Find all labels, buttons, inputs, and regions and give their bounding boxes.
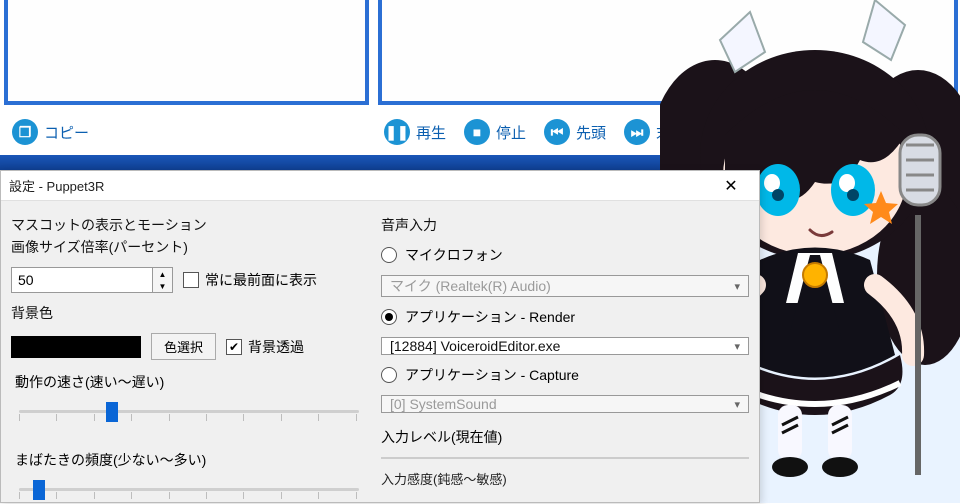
slider-thumb-icon[interactable] bbox=[106, 402, 118, 422]
play-button[interactable]: ❚❚ 再生 bbox=[378, 117, 452, 147]
chevron-down-icon: ▾ bbox=[734, 398, 740, 411]
color-pick-button[interactable]: 色選択 bbox=[151, 333, 216, 360]
render-radio[interactable]: アプリケーション - Render bbox=[381, 307, 749, 327]
size-spinner[interactable]: ▲ ▼ bbox=[11, 267, 173, 293]
bg-color-row: 色選択 ✔ 背景透過 bbox=[11, 333, 367, 360]
always-on-top-label: 常に最前面に表示 bbox=[205, 270, 317, 290]
input-level-meter bbox=[381, 457, 749, 459]
close-button[interactable]: ✕ bbox=[711, 172, 751, 200]
dialog-title: 設定 - Puppet3R bbox=[9, 176, 711, 195]
copy-icon: ❐ bbox=[12, 119, 38, 145]
toolbar-left: ❐ コピー bbox=[6, 112, 95, 152]
titlebar[interactable]: 設定 - Puppet3R ✕ bbox=[1, 171, 759, 201]
capture-radio-label: アプリケーション - Capture bbox=[405, 365, 579, 385]
mic-radio-label: マイクロフォン bbox=[405, 245, 503, 265]
stop-label: 停止 bbox=[496, 122, 526, 143]
blink-slider[interactable] bbox=[15, 478, 363, 504]
stop-button[interactable]: ■ 停止 bbox=[458, 117, 532, 147]
copy-button[interactable]: ❐ コピー bbox=[6, 117, 95, 147]
render-device-combo[interactable]: [12884] VoiceroidEditor.exe ▾ bbox=[381, 337, 749, 355]
input-level-label: 入力レベル(現在値) bbox=[381, 427, 749, 447]
dialog-body: マスコットの表示とモーション 画像サイズ倍率(パーセント) ▲ ▼ 常に最前面に… bbox=[1, 201, 759, 502]
radio-selected-icon bbox=[381, 309, 397, 325]
speed-slider-wrap: 動作の速さ(速い～遅い) bbox=[11, 370, 367, 426]
radio-icon bbox=[381, 367, 397, 383]
stop-icon: ■ bbox=[464, 119, 490, 145]
size-row: ▲ ▼ 常に最前面に表示 bbox=[11, 267, 367, 293]
speed-slider-label: 動作の速さ(速い～遅い) bbox=[15, 372, 363, 392]
skip-back-icon: ⏮ bbox=[544, 119, 570, 145]
slider-track bbox=[19, 488, 359, 491]
checkbox-box-icon bbox=[183, 272, 199, 288]
blink-slider-wrap: まばたきの頻度(少ない～多い) bbox=[11, 448, 367, 504]
copy-label: コピー bbox=[44, 122, 89, 143]
slider-thumb-icon[interactable] bbox=[33, 480, 45, 500]
mic-device-combo[interactable]: マイク (Realtek(R) Audio) ▾ bbox=[381, 275, 749, 297]
mascot-section-header2: 画像サイズ倍率(パーセント) bbox=[11, 237, 367, 257]
sensitivity-label: 入力感度(鈍感～敏感) bbox=[381, 469, 749, 488]
capture-radio[interactable]: アプリケーション - Capture bbox=[381, 365, 749, 385]
radio-icon bbox=[381, 247, 397, 263]
render-radio-label: アプリケーション - Render bbox=[405, 307, 575, 327]
slider-ticks bbox=[19, 492, 359, 500]
settings-dialog: 設定 - Puppet3R ✕ マスコットの表示とモーション 画像サイズ倍率(パ… bbox=[0, 170, 760, 503]
blink-slider-label: まばたきの頻度(少ない～多い) bbox=[15, 450, 363, 470]
spinner-up-icon[interactable]: ▲ bbox=[153, 268, 172, 280]
checkbox-box-icon: ✔ bbox=[226, 339, 242, 355]
head-label: 先頭 bbox=[576, 122, 606, 143]
slider-track bbox=[19, 410, 359, 413]
mic-device-value: マイク (Realtek(R) Audio) bbox=[390, 276, 551, 296]
chevron-down-icon: ▾ bbox=[734, 340, 740, 353]
speed-slider[interactable] bbox=[15, 400, 363, 426]
spinner-down-icon[interactable]: ▼ bbox=[153, 280, 172, 292]
audio-section-header: 音声入力 bbox=[381, 215, 749, 235]
pause-icon: ❚❚ bbox=[384, 119, 410, 145]
audio-settings-column: 音声入力 マイクロフォン マイク (Realtek(R) Audio) ▾ アプ… bbox=[381, 215, 749, 488]
capture-device-value: [0] SystemSound bbox=[390, 396, 497, 412]
bg-transparent-label: 背景透過 bbox=[248, 337, 304, 357]
bg-color-label: 背景色 bbox=[11, 303, 367, 323]
skip-forward-icon: ⏭ bbox=[624, 119, 650, 145]
slider-ticks bbox=[19, 414, 359, 422]
mascot-settings-column: マスコットの表示とモーション 画像サイズ倍率(パーセント) ▲ ▼ 常に最前面に… bbox=[11, 215, 381, 488]
always-on-top-checkbox[interactable]: 常に最前面に表示 bbox=[183, 270, 317, 290]
bg-transparent-checkbox[interactable]: ✔ 背景透過 bbox=[226, 337, 304, 357]
play-label: 再生 bbox=[416, 122, 446, 143]
bg-color-swatch[interactable] bbox=[11, 336, 141, 358]
head-button[interactable]: ⏮ 先頭 bbox=[538, 117, 612, 147]
mascot-section-header1: マスコットの表示とモーション bbox=[11, 215, 367, 235]
close-icon: ✕ bbox=[724, 176, 737, 196]
bg-panel-left bbox=[4, 0, 369, 105]
render-device-value: [12884] VoiceroidEditor.exe bbox=[390, 338, 560, 354]
toolbar-right: ❚❚ 再生 ■ 停止 ⏮ 先頭 ⏭ 末 bbox=[378, 112, 677, 152]
chevron-down-icon: ▾ bbox=[734, 280, 740, 293]
mic-radio[interactable]: マイクロフォン bbox=[381, 245, 749, 265]
capture-device-combo[interactable]: [0] SystemSound ▾ bbox=[381, 395, 749, 413]
size-input[interactable] bbox=[12, 268, 152, 292]
